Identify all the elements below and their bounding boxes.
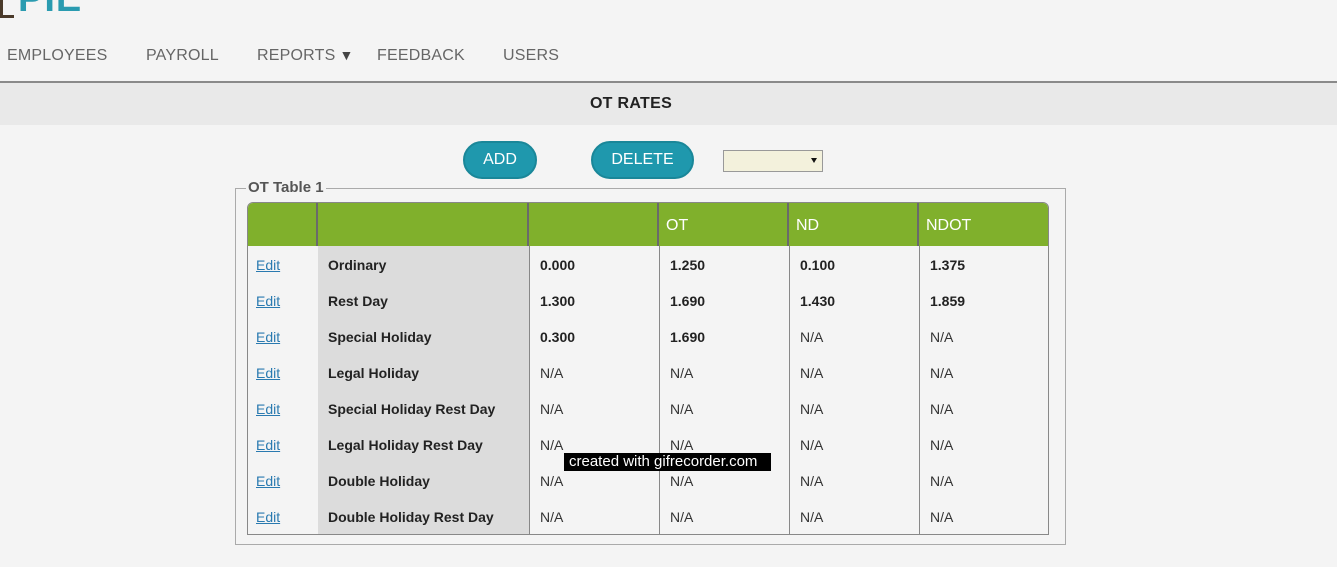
add-button[interactable]: ADD xyxy=(463,141,537,179)
dropdown-arrow-icon xyxy=(811,158,817,163)
rate-cell: N/A xyxy=(930,509,954,525)
rate-cell: 1.250 xyxy=(670,257,706,273)
rate-cell: 1.300 xyxy=(540,293,576,309)
rate-cell: N/A xyxy=(800,473,824,489)
rate-cell: N/A xyxy=(540,365,564,381)
rate-cell: 1.859 xyxy=(930,293,966,309)
nav-feedback[interactable]: FEEDBACK xyxy=(377,47,465,65)
rate-cell: 1.690 xyxy=(670,329,706,345)
rate-cell: N/A xyxy=(930,365,954,381)
rate-cell: N/A xyxy=(800,329,824,345)
nav-reports-label: REPORTS xyxy=(257,47,336,64)
table-row: Edit Special Holiday 0.300 1.690 N/A N/A xyxy=(248,319,1048,355)
table-row: Edit Legal Holiday N/A N/A N/A N/A xyxy=(248,355,1048,391)
ot-table-select[interactable] xyxy=(723,150,823,172)
rate-cell: N/A xyxy=(540,509,564,525)
watermark-label: created with gifrecorder.com xyxy=(564,453,771,471)
rate-cell: N/A xyxy=(930,473,954,489)
edit-link[interactable]: Edit xyxy=(256,499,280,534)
rate-cell: N/A xyxy=(930,401,954,417)
rate-cell: N/A xyxy=(670,401,694,417)
nav-employees[interactable]: EMPLOYEES xyxy=(7,47,108,65)
table-row: Edit Ordinary 0.000 1.250 0.100 1.375 xyxy=(248,247,1048,283)
edit-link[interactable]: Edit xyxy=(256,319,280,355)
rate-cell: N/A xyxy=(540,401,564,417)
ot-rates-table: OT ND NDOT Edit Ordinary 0.000 1.250 0.100 1.… xyxy=(247,202,1049,535)
nav-payroll[interactable]: PAYROLL xyxy=(146,47,219,65)
rate-cell: 1.375 xyxy=(930,257,966,273)
rate-cell: N/A xyxy=(800,365,824,381)
rate-cell: N/A xyxy=(930,437,954,453)
row-label: Special Holiday xyxy=(328,329,432,345)
row-label: Ordinary xyxy=(328,257,387,273)
chevron-down-icon: ▼ xyxy=(339,47,354,63)
rate-cell: 1.430 xyxy=(800,293,836,309)
rate-cell: N/A xyxy=(800,401,824,417)
edit-link[interactable]: Edit xyxy=(256,427,280,463)
rate-cell: 1.690 xyxy=(670,293,706,309)
logo-text: PIE xyxy=(18,0,80,20)
nav-payroll-label: PAYROLL xyxy=(146,47,219,64)
table-row: Edit Special Holiday Rest Day N/A N/A N/A N/A xyxy=(248,391,1048,427)
edit-link[interactable]: Edit xyxy=(256,355,280,391)
header-cell-label xyxy=(318,203,529,246)
header-cell-ot: OT xyxy=(659,203,789,246)
rate-cell: N/A xyxy=(800,509,824,525)
edit-link[interactable]: Edit xyxy=(256,247,280,283)
nav-users[interactable]: USERS xyxy=(503,47,559,65)
rate-cell: 0.000 xyxy=(540,257,576,273)
header-cell-ndot: NDOT xyxy=(926,217,972,234)
main-nav: EMPLOYEES PAYROLL REPORTS ▼ FEEDBACK USER… xyxy=(0,40,700,72)
nav-users-label: USERS xyxy=(503,47,560,64)
row-label: Legal Holiday xyxy=(328,365,420,381)
nav-feedback-label: FEEDBACK xyxy=(377,47,465,64)
row-label: Rest Day xyxy=(328,293,388,309)
rate-cell: N/A xyxy=(540,473,564,489)
rate-cell: N/A xyxy=(540,437,564,453)
row-label: Legal Holiday Rest Day xyxy=(328,437,483,453)
table-header: OT ND NDOT xyxy=(248,203,1048,246)
edit-link[interactable]: Edit xyxy=(256,463,280,499)
rate-cell: N/A xyxy=(800,437,824,453)
nav-reports[interactable]: REPORTS ▼ xyxy=(257,47,354,65)
header-cell-edit xyxy=(248,203,318,246)
rate-cell: N/A xyxy=(670,365,694,381)
nav-employees-label: EMPLOYEES xyxy=(7,47,108,64)
page-title-bar: OT RATES xyxy=(0,83,1337,125)
row-label: Double Holiday xyxy=(328,473,430,489)
logo-mark xyxy=(0,0,14,18)
table-row: Edit Double Holiday Rest Day N/A N/A N/A N/A xyxy=(248,499,1048,534)
edit-link[interactable]: Edit xyxy=(256,391,280,427)
page-title: OT RATES xyxy=(589,95,673,112)
table-row: Edit Rest Day 1.300 1.690 1.430 1.859 xyxy=(248,283,1048,319)
rate-cell: 0.100 xyxy=(800,257,836,273)
fieldset-legend: OT Table 1 xyxy=(246,179,326,196)
rate-cell: N/A xyxy=(670,509,694,525)
delete-button[interactable]: DELETE xyxy=(591,141,694,179)
app-logo[interactable]: PIE xyxy=(0,0,80,20)
header-cell-base xyxy=(529,203,659,246)
row-label: Special Holiday Rest Day xyxy=(328,401,496,417)
rate-cell: N/A xyxy=(930,329,954,345)
header-cell-nd: ND xyxy=(789,203,919,246)
edit-link[interactable]: Edit xyxy=(256,283,280,319)
rate-cell: 0.300 xyxy=(540,329,576,345)
row-label: Double Holiday Rest Day xyxy=(328,509,494,525)
